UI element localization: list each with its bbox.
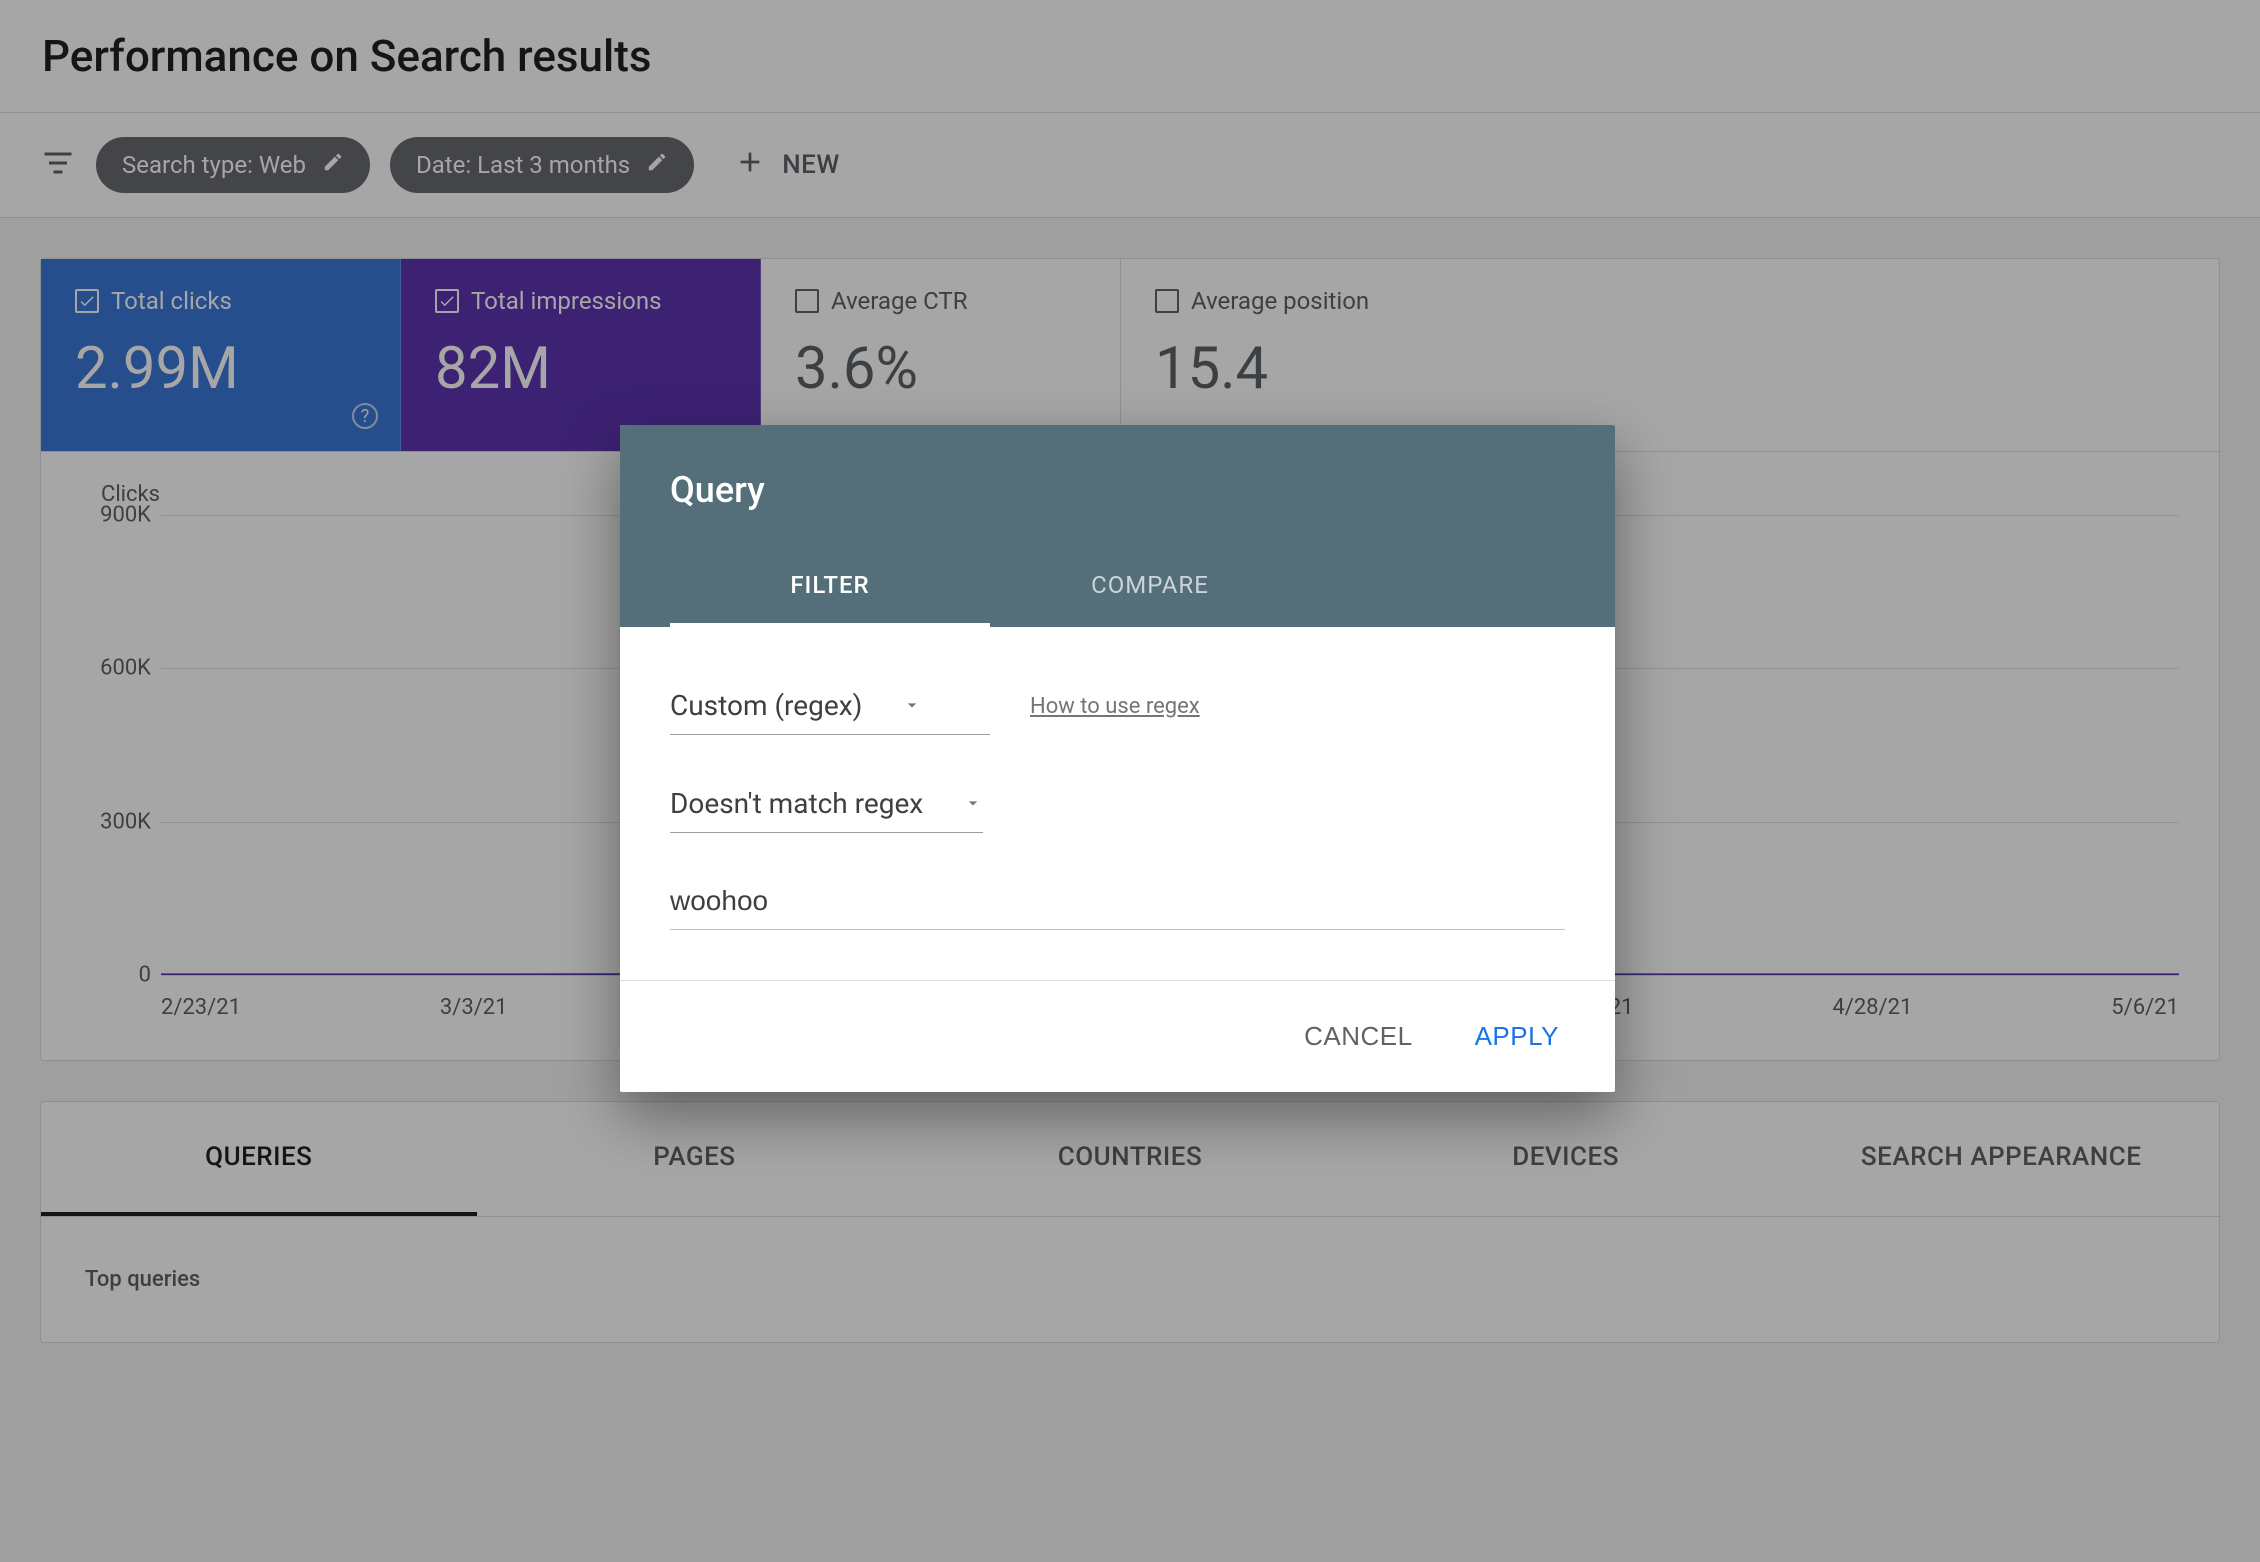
metric-label: Average position (1191, 287, 1369, 315)
metric-average-ctr[interactable]: Average CTR 3.6% (761, 259, 1121, 451)
cancel-button[interactable]: CANCEL (1288, 1009, 1428, 1064)
tab-devices[interactable]: DEVICES (1348, 1102, 1784, 1216)
metric-value: 2.99M (75, 335, 366, 403)
metric-label: Total impressions (471, 287, 661, 315)
metric-label: Average CTR (831, 287, 968, 315)
chip-label: Search type: Web (122, 151, 306, 179)
query-filter-dialog: Query FILTER COMPARE Custom (regex) How … (620, 425, 1615, 1092)
data-tabs: QUERIESPAGESCOUNTRIESDEVICESSEARCH APPEA… (41, 1102, 2219, 1217)
y-tick: 900K (81, 503, 151, 528)
search-type-chip[interactable]: Search type: Web (96, 137, 370, 193)
new-label: NEW (782, 150, 840, 180)
query-text-input[interactable] (670, 873, 1565, 930)
pencil-icon (322, 151, 344, 179)
x-tick: 5/6/21 (2111, 995, 2179, 1020)
pencil-icon (646, 151, 668, 179)
tab-pages[interactable]: PAGES (477, 1102, 913, 1216)
tab-compare[interactable]: COMPARE (990, 547, 1310, 627)
x-tick: 3/3/21 (440, 995, 508, 1020)
checkbox-unchecked-icon (1155, 289, 1179, 313)
date-chip[interactable]: Date: Last 3 months (390, 137, 694, 193)
filter-bar: Search type: Web Date: Last 3 months NEW (0, 113, 2260, 218)
new-filter-button[interactable]: NEW (734, 146, 840, 185)
checkbox-checked-icon (435, 289, 459, 313)
metrics-row: Total clicks 2.99M ? Total impressions 8… (41, 259, 2219, 452)
x-tick: 4/28/21 (1832, 995, 1912, 1020)
regex-help-link[interactable]: How to use regex (1030, 694, 1200, 719)
y-tick: 600K (81, 656, 151, 681)
select-value: Doesn't match regex (670, 787, 923, 820)
checkbox-checked-icon (75, 289, 99, 313)
metric-total-clicks[interactable]: Total clicks 2.99M ? (41, 259, 401, 451)
plus-icon (734, 146, 766, 185)
tab-countries[interactable]: COUNTRIES (912, 1102, 1348, 1216)
dialog-title: Query (670, 469, 1565, 511)
dialog-actions: CANCEL APPLY (620, 980, 1615, 1092)
chevron-down-icon (902, 689, 922, 722)
match-type-select[interactable]: Custom (regex) (670, 677, 990, 735)
dialog-body: Custom (regex) How to use regex Doesn't … (620, 627, 1615, 980)
y-tick: 300K (81, 809, 151, 834)
top-queries-header: Top queries (41, 1217, 2219, 1342)
select-value: Custom (regex) (670, 689, 862, 722)
tab-queries[interactable]: QUERIES (41, 1102, 477, 1216)
chip-label: Date: Last 3 months (416, 151, 630, 179)
apply-button[interactable]: APPLY (1459, 1009, 1575, 1064)
checkbox-unchecked-icon (795, 289, 819, 313)
data-table-card: QUERIESPAGESCOUNTRIESDEVICESSEARCH APPEA… (40, 1101, 2220, 1343)
tab-filter[interactable]: FILTER (670, 547, 990, 627)
filter-icon[interactable] (40, 145, 76, 185)
tab-search-appearance[interactable]: SEARCH APPEARANCE (1783, 1102, 2219, 1216)
metric-value: 15.4 (1155, 335, 1447, 403)
page-header: Performance on Search results (0, 0, 2260, 113)
metric-value: 3.6% (795, 335, 1086, 403)
help-icon[interactable]: ? (352, 403, 378, 429)
metric-label: Total clicks (111, 287, 232, 315)
chevron-down-icon (963, 787, 983, 820)
metric-total-impressions[interactable]: Total impressions 82M (401, 259, 761, 451)
metric-average-position[interactable]: Average position 15.4 (1121, 259, 1481, 451)
match-mode-select[interactable]: Doesn't match regex (670, 775, 983, 833)
x-tick: 2/23/21 (161, 995, 241, 1020)
y-tick: 0 (81, 963, 151, 988)
metric-value: 82M (435, 335, 726, 403)
dialog-header: Query FILTER COMPARE (620, 425, 1615, 627)
page-title: Performance on Search results (42, 30, 2218, 82)
